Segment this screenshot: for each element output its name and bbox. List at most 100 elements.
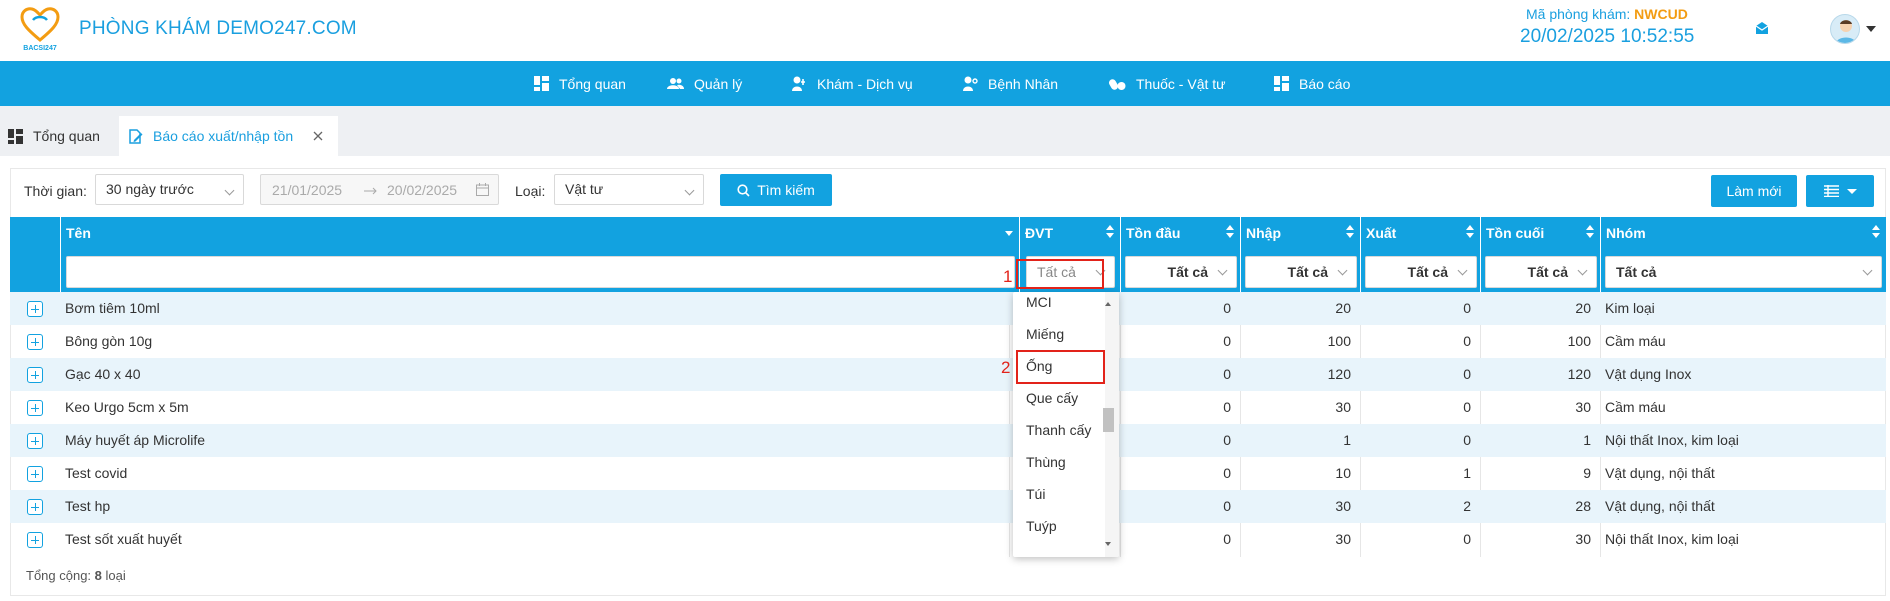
row-name: Bơm tiêm 10ml: [65, 300, 160, 316]
filter-value: Tất cả: [1527, 264, 1568, 280]
row-xuat: 0: [1463, 531, 1471, 547]
tab-bao-cao-xuat-nhap-ton[interactable]: Báo cáo xuất/nhập tồn: [119, 116, 338, 156]
nav-item-quan-ly[interactable]: Quản lý: [667, 61, 742, 106]
column-header-xuat[interactable]: Xuất Tất cả: [1360, 217, 1480, 292]
chevron-down-icon: [1577, 265, 1588, 276]
type-select[interactable]: Vật tư: [554, 174, 704, 205]
nav-item-bao-cao[interactable]: Báo cáo: [1274, 61, 1350, 106]
document-edit-icon: [129, 128, 143, 144]
dropdown-option[interactable]: Thùng: [1013, 446, 1105, 478]
filter-ton-cuoi-select[interactable]: Tất cả: [1485, 256, 1597, 288]
filter-xuat-select[interactable]: Tất cả: [1365, 256, 1477, 288]
table-row[interactable]: Gạc 40 x 40 0 120 0 120 Vật dụng Inox: [10, 358, 1886, 391]
dropdown-scrollbar-thumb[interactable]: [1103, 408, 1114, 432]
chevron-down-icon: [684, 185, 695, 196]
filter-ton-dau-select[interactable]: Tất cả: [1125, 256, 1237, 288]
sort-icon[interactable]: [1226, 225, 1234, 239]
column-header-ton-dau[interactable]: Tồn đầu Tất cả: [1120, 217, 1240, 292]
row-nhap: 20: [1335, 300, 1351, 316]
date-range-picker[interactable]: 21/01/2025 20/02/2025: [260, 174, 499, 205]
row-name: Keo Urgo 5cm x 5m: [65, 399, 189, 415]
chevron-down-icon: [1862, 265, 1873, 276]
table-row[interactable]: Bơm tiêm 10ml 0 20 0 20 Kim loại: [10, 292, 1886, 325]
clinic-name: PHÒNG KHÁM DEMO247.COM: [79, 18, 357, 39]
refresh-button[interactable]: Làm mới: [1711, 175, 1797, 207]
dropdown-option[interactable]: Tuýp: [1013, 510, 1105, 542]
row-name: Test hp: [65, 498, 111, 514]
column-header-ton-cuoi[interactable]: Tồn cuối Tất cả: [1480, 217, 1600, 292]
patient-icon: [963, 76, 978, 91]
table-row[interactable]: Máy huyết áp Microlife 0 1 0 1 Nội thất …: [10, 424, 1886, 457]
nav-item-benh-nhan[interactable]: Bệnh Nhân: [963, 61, 1058, 106]
row-ton-cuoi: 120: [1567, 366, 1591, 382]
expand-row-icon[interactable]: [27, 367, 43, 383]
user-avatar[interactable]: [1830, 14, 1860, 44]
tab-label: Tổng quan: [33, 128, 100, 144]
sort-caret-icon[interactable]: [1005, 231, 1013, 236]
column-header-ten[interactable]: Tên: [60, 217, 1019, 292]
dropdown-option[interactable]: Que cấy: [1013, 382, 1105, 414]
nav-item-label: Thuốc - Vật tư: [1136, 75, 1226, 92]
table-row[interactable]: Test covid 0 10 1 9 Vật dụng, nội thất: [10, 457, 1886, 490]
row-ton-cuoi: 100: [1567, 333, 1591, 349]
table-row[interactable]: Keo Urgo 5cm x 5m 0 30 0 30 Cầm máu: [10, 391, 1886, 424]
app-header: BACSI247 PHÒNG KHÁM DEMO247.COM Mã phòng…: [0, 0, 1890, 61]
table-row[interactable]: Test sốt xuất huyết 0 30 0 30 Nội thất I…: [10, 523, 1886, 556]
expand-row-icon[interactable]: [27, 334, 43, 350]
sort-icon[interactable]: [1106, 225, 1114, 239]
scroll-down-arrow-icon[interactable]: [1105, 542, 1111, 546]
date-to[interactable]: 20/02/2025: [387, 182, 457, 198]
nav-item-label: Quản lý: [694, 75, 743, 92]
table-row[interactable]: Test hp 0 30 2 28 Vật dụng, nội thất: [10, 490, 1886, 523]
row-ton-dau: 0: [1223, 300, 1231, 316]
tab-tong-quan[interactable]: Tổng quan: [0, 116, 118, 156]
expand-row-icon[interactable]: [27, 466, 43, 482]
calendar-icon[interactable]: [476, 183, 489, 196]
row-ton-dau: 0: [1223, 465, 1231, 481]
nav-item-label: Tổng quan: [559, 75, 626, 92]
dropdown-option[interactable]: MCI: [1013, 292, 1105, 318]
clinic-logo[interactable]: BACSI247: [18, 6, 62, 52]
expand-row-icon[interactable]: [27, 433, 43, 449]
dropdown-option[interactable]: Miếng: [1013, 318, 1105, 350]
expand-row-icon[interactable]: [27, 400, 43, 416]
close-icon[interactable]: [313, 131, 323, 141]
column-header-nhom[interactable]: Nhóm Tất cả: [1600, 217, 1886, 292]
footer-unit: loại: [101, 568, 126, 583]
expand-row-icon[interactable]: [27, 301, 43, 317]
filter-nhom-select[interactable]: Tất cả: [1605, 256, 1882, 288]
arrow-right-icon: [364, 187, 377, 195]
user-menu-chevron-down-icon[interactable]: [1866, 26, 1876, 32]
dashboard-icon: [534, 76, 549, 91]
date-from[interactable]: 21/01/2025: [272, 182, 342, 198]
row-name: Gạc 40 x 40: [65, 366, 141, 382]
sort-icon[interactable]: [1466, 225, 1474, 239]
column-header-nhap[interactable]: Nhập Tất cả: [1240, 217, 1360, 292]
expand-row-icon[interactable]: [27, 499, 43, 515]
dropdown-option[interactable]: Túi: [1013, 478, 1105, 510]
column-label: Tên: [66, 225, 91, 241]
scroll-up-arrow-icon[interactable]: [1105, 302, 1111, 306]
row-xuat: 1: [1463, 465, 1471, 481]
row-nhap: 30: [1335, 399, 1351, 415]
nav-item-tong-quan[interactable]: Tổng quan: [534, 61, 626, 106]
expand-row-icon[interactable]: [27, 532, 43, 548]
dropdown-option[interactable]: Thanh cấy: [1013, 414, 1105, 446]
time-range-select[interactable]: 30 ngày trước: [95, 174, 244, 205]
filter-nhap-select[interactable]: Tất cả: [1245, 256, 1357, 288]
nav-item-thuoc-vat-tu[interactable]: Thuốc - Vật tư: [1109, 61, 1226, 106]
row-ton-cuoi: 20: [1575, 300, 1591, 316]
filter-ten-input[interactable]: [66, 256, 1015, 288]
row-nhom: Cầm máu: [1605, 333, 1666, 349]
sort-icon[interactable]: [1586, 225, 1594, 239]
search-button[interactable]: Tìm kiếm: [720, 174, 832, 206]
notification-mail-icon[interactable]: [1754, 20, 1770, 36]
sort-icon[interactable]: [1872, 225, 1880, 239]
table-row[interactable]: Bông gòn 10g 0 100 0 100 Cầm máu: [10, 325, 1886, 358]
search-icon: [737, 183, 750, 197]
nav-item-kham-dich-vu[interactable]: Khám - Dịch vụ: [792, 61, 913, 106]
sort-icon[interactable]: [1346, 225, 1354, 239]
row-xuat: 0: [1463, 399, 1471, 415]
chevron-down-icon: [1457, 265, 1468, 276]
column-settings-button[interactable]: [1806, 175, 1874, 207]
